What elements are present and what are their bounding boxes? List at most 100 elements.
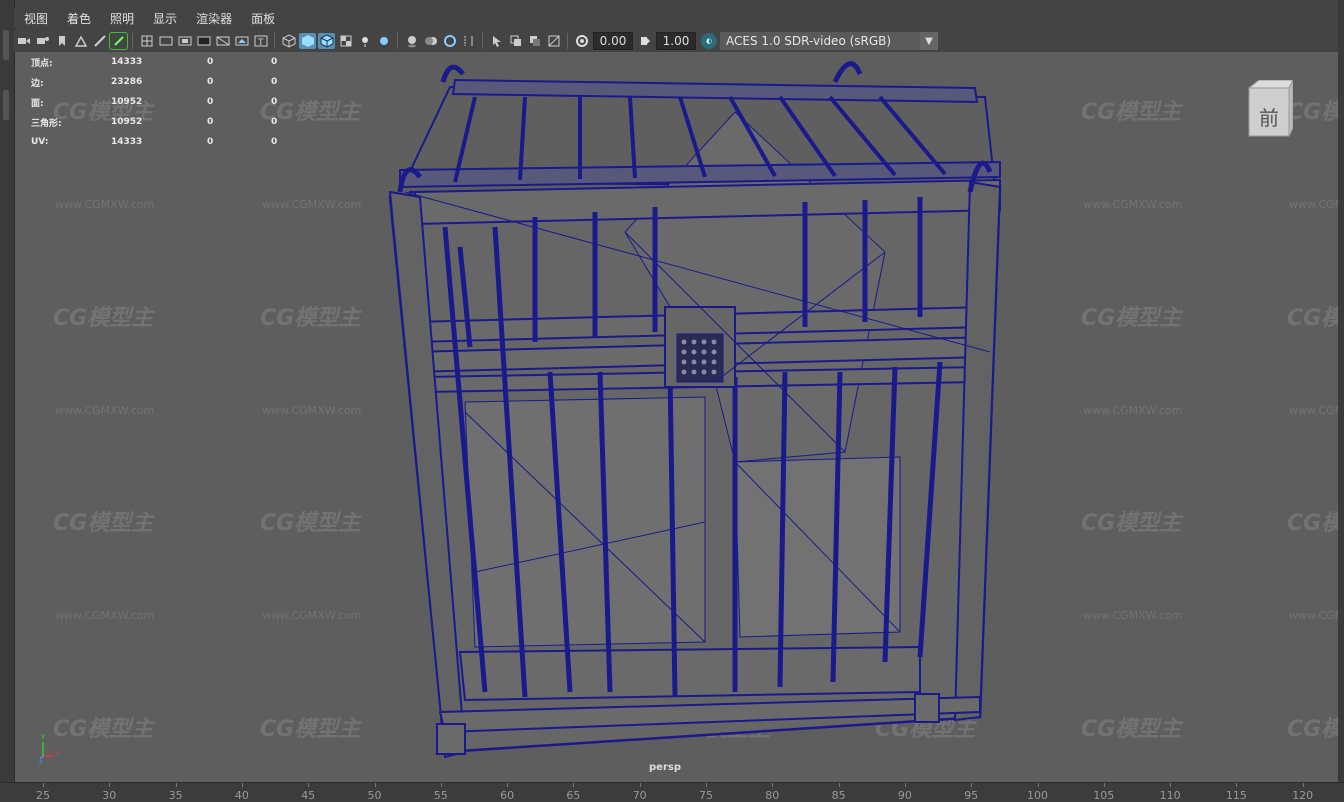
hud-value: 14333 [111, 57, 143, 67]
cage-wireframe-model[interactable] [15, 52, 1338, 782]
ruler-tick [440, 783, 442, 787]
color-space-value: ACES 1.0 SDR-video (sRGB) [726, 34, 892, 48]
maya-viewport-window: 视图 着色 照明 显示 渲染器 面板 T 0.00 1.00 ◐ ACES 1.… [0, 0, 1344, 802]
xray-active-icon[interactable] [526, 33, 543, 49]
ruler-tick-label: 45 [301, 789, 316, 802]
hud-value: 0 [271, 117, 278, 127]
menu-renderer[interactable]: 渲染器 [186, 10, 241, 27]
hud-value: 10952 [111, 117, 143, 127]
hud-row-uvs: UV: 14333 0 0 [31, 132, 311, 152]
ruler-tick [904, 783, 906, 787]
hud-label: 顶点: [31, 58, 53, 69]
right-edge [1338, 0, 1344, 801]
exposure-icon[interactable] [573, 33, 590, 49]
bookmark-icon[interactable] [53, 33, 70, 49]
strip-handle[interactable] [3, 30, 9, 60]
motion-blur-icon[interactable] [422, 33, 439, 49]
hud-row-vertices: 顶点: 14333 0 0 [31, 52, 311, 72]
ruler-tick [1037, 783, 1039, 787]
hud-value: 23286 [111, 77, 143, 87]
hud-value: 0 [207, 77, 214, 87]
xray-icon[interactable] [507, 33, 524, 49]
panel-menubar: 视图 着色 照明 显示 渲染器 面板 [14, 8, 1338, 28]
ruler-tick [1302, 783, 1304, 787]
isolate-select-icon[interactable] [488, 33, 505, 49]
grease-pencil-active-icon[interactable] [109, 32, 128, 50]
ruler-tick-label: 105 [1093, 789, 1115, 802]
anti-aliasing-icon[interactable] [441, 33, 458, 49]
toolbar-separator [482, 33, 483, 49]
ruler-tick-label: 25 [36, 789, 50, 802]
grid-icon[interactable] [138, 33, 155, 49]
use-all-lights-icon[interactable] [356, 33, 373, 49]
camera-name-label: persp [649, 762, 681, 773]
grease-pencil-icon[interactable] [91, 33, 108, 49]
ruler-tick [971, 783, 973, 787]
safe-title-icon[interactable]: T [252, 33, 269, 49]
ruler-tick [507, 783, 509, 787]
ruler-tick [1170, 783, 1172, 787]
xray-joints-icon[interactable] [545, 33, 562, 49]
3d-viewport[interactable]: CG模型主 www.CGMXW.com CG模型主 www.CGMXW.com CG模型… [15, 52, 1338, 782]
hud-value: 10952 [111, 97, 143, 107]
chevron-down-icon[interactable]: ▼ [920, 32, 938, 50]
hud-label: 三角形: [31, 118, 62, 129]
toolbar-separator [397, 33, 398, 49]
film-gate-icon[interactable] [157, 33, 174, 49]
wireframe-on-shaded-icon[interactable] [318, 33, 335, 49]
hud-row-faces: 面: 10952 0 0 [31, 92, 311, 112]
menu-shading[interactable]: 着色 [57, 10, 100, 27]
camera-attributes-icon[interactable] [34, 33, 51, 49]
gamma-icon[interactable] [636, 33, 653, 49]
hud-label: 面: [31, 98, 44, 109]
screen-space-ao-icon[interactable] [403, 33, 420, 49]
gamma-field[interactable]: 1.00 [656, 32, 696, 50]
color-space-dropdown[interactable]: ACES 1.0 SDR-video (sRGB) ▼ [720, 32, 938, 50]
strip-handle[interactable] [3, 90, 9, 120]
ruler-tick [241, 783, 243, 787]
depth-of-field-icon[interactable] [460, 33, 477, 49]
exposure-field[interactable]: 0.00 [593, 32, 633, 50]
shadows-icon[interactable] [375, 33, 392, 49]
ruler-tick-label: 30 [102, 789, 117, 802]
ruler-tick-label: 115 [1225, 789, 1247, 802]
hud-value: 0 [271, 137, 278, 147]
ruler-tick [1103, 783, 1105, 787]
ruler-tick [374, 783, 376, 787]
axis-gizmo: y x z [39, 732, 69, 766]
ruler-tick-label: 95 [964, 789, 979, 802]
smooth-shade-icon[interactable] [299, 33, 316, 49]
image-plane-icon[interactable] [72, 33, 89, 49]
hud-row-triangles: 三角形: 10952 0 0 [31, 112, 311, 132]
safe-action-icon[interactable] [233, 33, 250, 49]
resolution-gate-icon[interactable] [176, 33, 193, 49]
ruler-tick [175, 783, 177, 787]
ruler-tick-label: 50 [367, 789, 382, 802]
menu-view[interactable]: 视图 [14, 10, 57, 27]
menu-lighting[interactable]: 照明 [100, 10, 143, 27]
ruler-tick [1236, 783, 1238, 787]
hud-value: 0 [271, 57, 278, 67]
hud-label: UV: [31, 137, 49, 147]
color-management-icon[interactable]: ◐ [701, 33, 717, 49]
ruler-tick [706, 783, 707, 787]
panel-toolbar: T 0.00 1.00 ◐ ACES 1.0 SDR-video (sRGB) … [14, 30, 1338, 53]
ruler-tick-label: 35 [168, 789, 183, 802]
view-cube-front-label: 前 [1259, 106, 1279, 130]
ruler-tick-label: 110 [1159, 789, 1181, 802]
field-chart-icon[interactable] [214, 33, 231, 49]
ruler-tick-label: 60 [500, 789, 515, 802]
axis-label-z: z [39, 758, 43, 766]
wireframe-icon[interactable] [280, 33, 297, 49]
time-slider-ruler[interactable]: 25 30 35 40 45 50 55 60 65 70 75 80 85 90 95 100 105 110 1… [0, 782, 1344, 802]
svg-text:T: T [257, 38, 264, 48]
axis-label-x: x [55, 749, 60, 757]
menu-panels[interactable]: 面板 [241, 10, 284, 27]
hud-value: 0 [207, 97, 214, 107]
view-cube[interactable]: 前 [1245, 79, 1294, 138]
textured-icon[interactable] [337, 33, 354, 49]
ruler-tick-label: 85 [831, 789, 846, 802]
gate-mask-icon[interactable] [195, 33, 212, 49]
menu-show[interactable]: 显示 [143, 10, 186, 27]
camera-select-icon[interactable] [15, 33, 32, 49]
